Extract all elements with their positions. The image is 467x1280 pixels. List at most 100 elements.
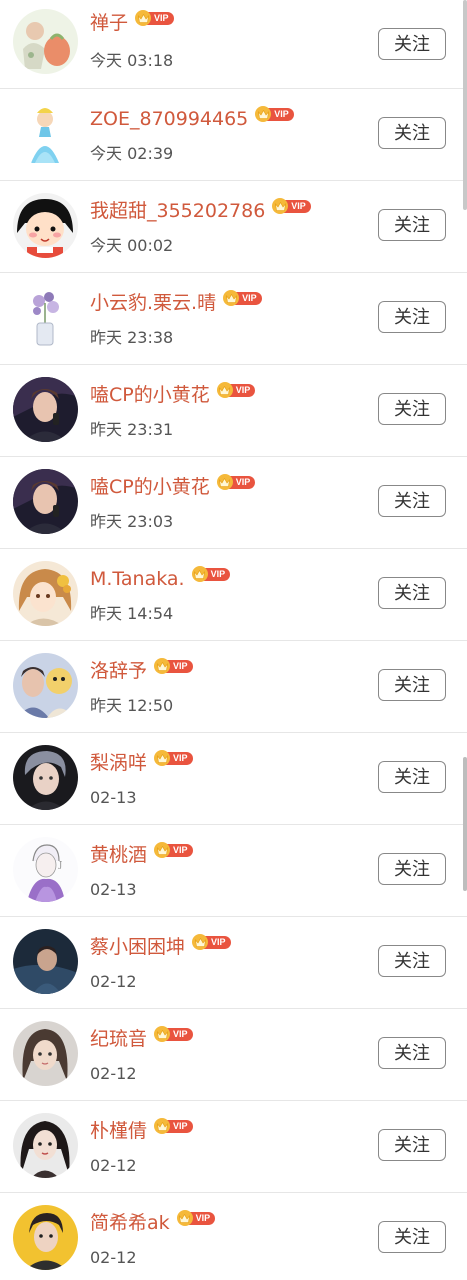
user-name[interactable]: 禅子 <box>90 11 128 35</box>
list-item[interactable]: 小云豹.栗云.晴 VIP 昨天 23:38 关注 <box>0 273 467 365</box>
crown-icon <box>176 1210 193 1226</box>
follow-button[interactable]: 关注 <box>378 28 446 60</box>
user-name[interactable]: M.Tanaka. <box>90 567 185 591</box>
crown-icon <box>154 658 171 674</box>
avatar[interactable] <box>13 193 78 258</box>
vip-badge: VIP <box>154 750 193 766</box>
vip-badge: VIP <box>216 382 256 398</box>
vip-badge: VIP <box>192 934 231 950</box>
timestamp: 今天 03:18 <box>90 51 174 70</box>
list-item[interactable]: 纪琉音 VIP 02-12 关注 <box>0 1009 467 1101</box>
follow-button[interactable]: 关注 <box>378 669 446 701</box>
follow-button[interactable]: 关注 <box>378 1221 446 1253</box>
avatar[interactable] <box>13 9 78 74</box>
timestamp: 昨天 12:50 <box>90 696 174 715</box>
follow-button[interactable]: 关注 <box>378 577 446 609</box>
timestamp: 昨天 23:31 <box>90 420 174 439</box>
timestamp: 02-12 <box>90 1064 137 1083</box>
list-item[interactable]: 梨涡咩 VIP 02-13 关注 <box>0 733 467 825</box>
avatar[interactable] <box>13 377 78 442</box>
list-item[interactable]: ZOE_870994465 VIP 今天 02:39 关注 <box>0 89 467 181</box>
timestamp: 今天 02:39 <box>90 144 174 163</box>
avatar[interactable]: J <box>13 837 78 902</box>
vip-badge: VIP <box>176 1210 216 1226</box>
timestamp: 昨天 14:54 <box>90 604 174 623</box>
timestamp: 02-12 <box>90 1248 137 1267</box>
timestamp: 昨天 23:03 <box>90 512 174 531</box>
list-item[interactable]: 禅子 VIP 今天 03:18 关注 <box>0 0 467 89</box>
avatar[interactable] <box>13 653 78 718</box>
user-name[interactable]: 黄桃酒 <box>90 843 147 867</box>
vip-label: VIP <box>284 199 311 213</box>
crown-icon <box>223 290 240 306</box>
avatar[interactable] <box>13 1113 78 1178</box>
follow-button[interactable]: 关注 <box>378 761 446 793</box>
user-name[interactable]: 梨涡咩 <box>90 751 147 775</box>
crown-icon <box>154 842 171 858</box>
user-name[interactable]: 我超甜_355202786 <box>90 199 265 223</box>
user-name[interactable]: ZOE_870994465 <box>90 107 248 131</box>
crown-icon <box>154 1026 171 1042</box>
list-item[interactable]: M.Tanaka. VIP 昨天 14:54 关注 <box>0 549 467 641</box>
avatar[interactable] <box>13 929 78 994</box>
follow-button[interactable]: 关注 <box>378 209 446 241</box>
follow-button[interactable]: 关注 <box>378 853 446 885</box>
crown-icon <box>154 1118 171 1134</box>
avatar[interactable] <box>13 469 78 534</box>
vip-badge: VIP <box>272 198 311 214</box>
list-item[interactable]: 嗑CP的小黄花 VIP 昨天 23:03 关注 <box>0 457 467 549</box>
list-item[interactable]: 洛辞予 VIP 昨天 12:50 关注 <box>0 641 467 733</box>
vip-label: VIP <box>267 107 294 121</box>
avatar[interactable] <box>13 561 78 626</box>
timestamp: 02-12 <box>90 972 137 991</box>
vip-label: VIP <box>235 291 262 305</box>
list-item[interactable]: 朴槿倩 VIP 02-12 关注 <box>0 1101 467 1193</box>
timestamp: 02-13 <box>90 788 137 807</box>
user-name[interactable]: 蔡小困困坤 <box>90 935 185 959</box>
follow-button[interactable]: 关注 <box>378 393 446 425</box>
follow-button[interactable]: 关注 <box>378 945 446 977</box>
vip-badge: VIP <box>255 106 294 122</box>
vip-badge: VIP <box>223 290 262 306</box>
list-item[interactable]: J 黄桃酒 VIP 02-13 关注 <box>0 825 467 917</box>
crown-icon <box>192 934 209 950</box>
avatar[interactable] <box>13 101 78 166</box>
vip-badge: VIP <box>154 1118 193 1134</box>
timestamp: 今天 00:02 <box>90 236 174 255</box>
timestamp: 昨天 23:38 <box>90 328 174 347</box>
crown-icon <box>191 566 208 582</box>
user-name[interactable]: 小云豹.栗云.晴 <box>90 291 216 315</box>
list-item[interactable]: 简希希ak VIP 02-12 关注 <box>0 1193 467 1280</box>
follow-button[interactable]: 关注 <box>378 1129 446 1161</box>
avatar[interactable] <box>13 745 78 810</box>
timestamp: 02-13 <box>90 880 137 899</box>
follow-button[interactable]: 关注 <box>378 301 446 333</box>
follow-button[interactable]: 关注 <box>378 485 446 517</box>
vip-badge: VIP <box>154 658 193 674</box>
user-name[interactable]: 嗑CP的小黄花 <box>90 383 210 407</box>
avatar[interactable] <box>13 1021 78 1086</box>
vip-badge: VIP <box>216 474 256 490</box>
list-item[interactable]: 我超甜_355202786 VIP 今天 00:02 关注 <box>0 181 467 273</box>
top-scroll-indicator <box>463 0 467 210</box>
user-name[interactable]: 纪琉音 <box>90 1027 147 1051</box>
user-name[interactable]: 洛辞予 <box>90 659 147 683</box>
list-item[interactable]: 蔡小困困坤 VIP 02-12 关注 <box>0 917 467 1009</box>
vip-badge: VIP <box>154 842 193 858</box>
crown-icon <box>135 10 152 26</box>
crown-icon <box>216 474 233 490</box>
follow-button[interactable]: 关注 <box>378 117 446 149</box>
vip-badge: VIP <box>135 10 174 26</box>
user-name[interactable]: 嗑CP的小黄花 <box>90 475 210 499</box>
svg-text:J: J <box>58 860 62 869</box>
scrollbar-thumb[interactable] <box>463 757 467 891</box>
avatar[interactable] <box>13 285 78 350</box>
vip-badge: VIP <box>154 1026 193 1042</box>
crown-icon <box>216 382 233 398</box>
avatar[interactable] <box>13 1205 78 1270</box>
user-name[interactable]: 简希希ak <box>90 1211 170 1235</box>
list-item[interactable]: 嗑CP的小黄花 VIP 昨天 23:31 关注 <box>0 365 467 457</box>
user-name[interactable]: 朴槿倩 <box>90 1119 147 1143</box>
follow-button[interactable]: 关注 <box>378 1037 446 1069</box>
follower-list[interactable]: 禅子 VIP 今天 03:18 关注 ZOE_870994465 VIP 今天 … <box>0 0 467 1280</box>
